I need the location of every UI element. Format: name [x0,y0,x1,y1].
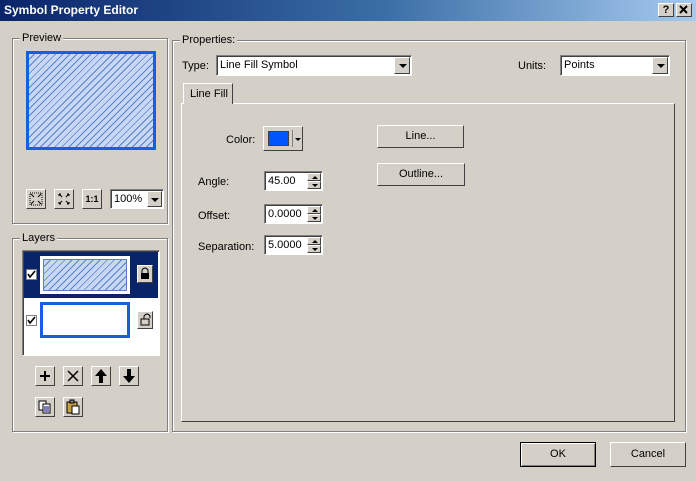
offset-value: 0.0000 [268,208,302,220]
offset-label: Offset: [198,210,231,222]
line-button[interactable]: Line... [377,125,464,148]
checkmark-icon [27,316,36,325]
layer-2-lock-button[interactable] [137,311,153,329]
layer-1-lock-button[interactable] [137,265,153,283]
chevron-down-icon [295,138,301,141]
units-label: Units: [518,60,547,72]
layer-2-thumbnail [40,302,130,338]
close-icon [679,5,688,14]
chevron-down-icon [399,64,407,68]
offset-increment-button[interactable] [307,206,321,214]
type-dropdown-button[interactable] [394,57,410,74]
zoom-dropdown-button[interactable] [147,191,162,207]
separation-increment-button[interactable] [307,237,321,245]
spin-down-icon [312,184,318,187]
window-title: Symbol Property Editor [4,3,139,17]
separation-decrement-button[interactable] [307,245,321,253]
offset-decrement-button[interactable] [307,214,321,222]
preview-canvas [26,51,156,150]
angle-label: Angle: [198,176,230,188]
spin-down-icon [312,248,318,251]
copy-layer-button[interactable] [35,397,55,417]
move-layer-down-button[interactable] [119,366,139,386]
checkmark-icon [27,270,36,279]
outline-button[interactable]: Outline... [377,163,465,186]
spin-down-icon [312,217,318,220]
color-picker-button[interactable] [263,126,303,151]
separation-value: 5.0000 [268,239,302,251]
arrow-down-icon [123,369,135,383]
color-swatch [268,131,289,146]
angle-value: 45.00 [268,175,296,187]
type-value: Line Fill Symbol [220,59,298,71]
zoom-out-icon [58,193,70,205]
tab-panel [181,103,675,422]
units-dropdown-button[interactable] [652,57,668,74]
spin-up-icon [312,240,318,243]
zoom-in-icon [29,192,43,206]
type-select[interactable]: Line Fill Symbol [216,55,412,76]
chevron-down-icon [657,64,665,68]
properties-group-label: Properties: [180,34,238,46]
lock-icon [141,267,149,279]
plus-icon [40,371,50,381]
color-divider [292,130,293,147]
actual-size-button[interactable]: 1:1 [82,189,102,209]
ok-button[interactable]: OK [520,442,596,467]
angle-increment-button[interactable] [307,173,321,181]
arrow-up-icon [95,369,107,383]
units-value: Points [564,59,595,71]
chevron-down-icon [151,198,159,202]
paste-layer-button[interactable] [63,397,83,417]
add-layer-button[interactable] [35,366,55,386]
title-bar: Symbol Property Editor ? [0,0,696,21]
move-layer-up-button[interactable] [91,366,111,386]
unlock-icon [140,313,151,326]
spin-up-icon [312,209,318,212]
copy-icon [38,400,51,414]
close-button[interactable] [676,3,692,17]
zoom-combo[interactable]: 100% [110,189,164,209]
angle-decrement-button[interactable] [307,181,321,189]
color-label: Color: [226,134,256,146]
offset-input[interactable]: 0.0000 [264,204,323,224]
layer-1-thumbnail [40,256,130,294]
remove-layer-button[interactable] [63,366,83,386]
separation-input[interactable]: 5.0000 [264,235,323,255]
layer-1-swatch [43,259,127,291]
layer-row-1[interactable] [24,252,158,298]
layer-1-checkbox[interactable] [26,269,37,280]
angle-input[interactable]: 45.00 [264,171,323,191]
cancel-button[interactable]: Cancel [610,442,686,467]
separation-label: Separation: [198,241,255,253]
layer-2-checkbox[interactable] [26,315,37,326]
zoom-in-button[interactable] [26,189,46,209]
zoom-value: 100% [114,193,143,205]
tab-line-fill[interactable]: Line Fill [183,83,233,104]
type-label: Type: [182,60,209,72]
help-button[interactable]: ? [658,3,674,17]
layers-group-label: Layers [20,232,58,244]
units-select[interactable]: Points [560,55,670,76]
preview-group-label: Preview [20,32,64,44]
spin-up-icon [312,176,318,179]
delete-icon [67,370,79,382]
paste-icon [66,399,80,415]
layer-row-2[interactable] [24,298,158,344]
tab-line-fill-label: Line Fill [190,88,228,100]
zoom-out-button[interactable] [54,189,74,209]
